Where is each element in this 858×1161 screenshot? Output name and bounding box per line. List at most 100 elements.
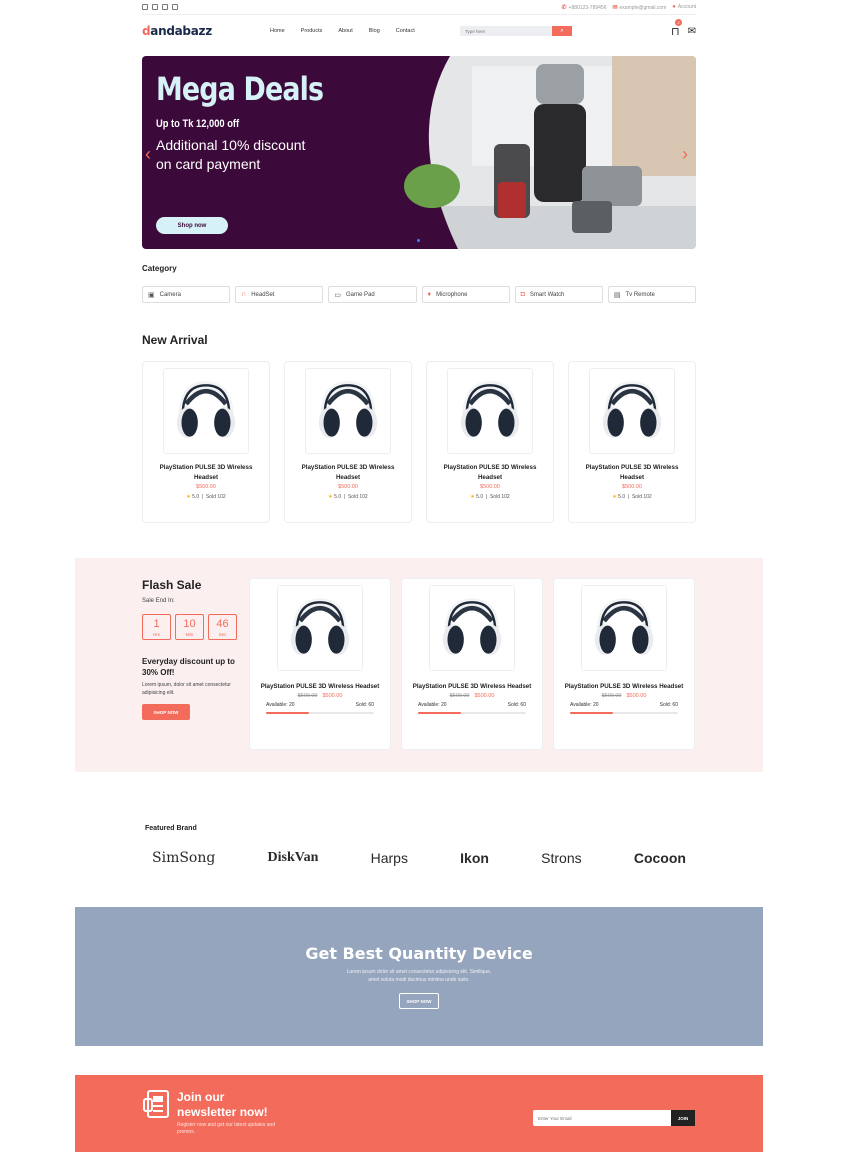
product-meta: ★ 5.0 | Sold 102 <box>612 494 652 500</box>
logo-text: andabazz <box>150 24 212 38</box>
flash-product-card[interactable]: PlayStation PULSE 3D Wireless Headset $5… <box>553 578 695 750</box>
new-arrival-list: PlayStation PULSE 3D Wireless Headset $5… <box>142 361 696 523</box>
stock-progress <box>266 712 374 714</box>
flash-shop-button[interactable]: SHOP NOW <box>142 704 190 720</box>
newsletter-title-line1: Join our <box>177 1090 225 1104</box>
search-bar: ⌕ <box>460 26 572 36</box>
category-headset[interactable]: ∩ HeadSet <box>235 286 324 303</box>
category-microphone[interactable]: ♦ Microphone <box>421 286 510 303</box>
product-name: PlayStation PULSE 3D Wireless Headset <box>412 683 532 690</box>
brand-logo[interactable]: SimSong <box>152 850 215 866</box>
headset-image <box>290 598 350 655</box>
product-image[interactable] <box>163 368 249 454</box>
product-rating: 5.0 <box>334 494 342 500</box>
promo-text: Lorem ipsum dolor sit amet consectetur a… <box>75 968 763 984</box>
category-label: HeadSet <box>251 291 275 298</box>
category-tvremote[interactable]: ▤ Tv Remote <box>607 286 697 303</box>
flash-product-card[interactable]: PlayStation PULSE 3D Wireless Headset $5… <box>401 578 543 750</box>
nav-contact[interactable]: Contact <box>396 28 415 34</box>
account-link[interactable]: ● Account <box>672 4 696 10</box>
product-name: PlayStation PULSE 3D Wireless Headset <box>159 464 253 481</box>
slider-dot[interactable] <box>417 239 420 242</box>
chevron-left-icon[interactable]: ‹ <box>145 144 151 165</box>
product-name: PlayStation PULSE 3D Wireless Headset <box>443 464 537 481</box>
product-price: $500.00 $500.00 <box>554 693 694 699</box>
newsletter-email-input[interactable] <box>533 1110 671 1126</box>
category-label: Tv Remote <box>625 291 655 298</box>
timer-unit: Sec <box>218 632 227 637</box>
product-image[interactable] <box>447 368 533 454</box>
mail-icon[interactable]: ✉ <box>688 26 696 37</box>
flash-product-card[interactable]: PlayStation PULSE 3D Wireless Headset $5… <box>249 578 391 750</box>
flash-sale-section: Flash Sale Sale End In: 1 Hrs 10 Min 46 Sec… <box>75 558 763 772</box>
linkedin-icon[interactable] <box>172 4 178 10</box>
logo[interactable]: dandabazz <box>142 24 270 38</box>
product-image[interactable] <box>589 368 675 454</box>
product-card[interactable]: PlayStation PULSE 3D Wireless Headset $5… <box>284 361 412 523</box>
timer-value: 10 <box>183 618 196 630</box>
product-image[interactable] <box>581 585 667 671</box>
promo-title: Get Best Quantity Device <box>305 944 533 963</box>
chevron-right-icon[interactable]: › <box>682 144 688 165</box>
promo-shop-button[interactable]: SHOP NOW <box>399 993 439 1009</box>
newsletter-join-button[interactable]: JOIN <box>671 1110 695 1126</box>
cart-icon[interactable]: ⊓ <box>671 25 680 38</box>
hero-shop-button[interactable]: Shop now <box>156 217 228 234</box>
category-label: Smart Watch <box>529 291 565 298</box>
product-meta: ★ 5.0 | Sold 102 <box>470 494 510 500</box>
product-image[interactable] <box>305 368 391 454</box>
user-icon: ● <box>672 4 676 10</box>
category-gamepad[interactable]: ▭ Game Pad <box>328 286 417 303</box>
brand-logo[interactable]: Harps <box>371 850 408 866</box>
search-button[interactable]: ⌕ <box>552 26 572 36</box>
category-smartwatch[interactable]: ◘ Smart Watch <box>514 286 603 303</box>
offer-text: Lorem ipsum, dolor sit amet consectetur … <box>142 682 231 696</box>
phone-icon: ✆ <box>561 4 567 11</box>
contact-info: ✆ +880123-789456 ✉ example@gmail.com ● Acco… <box>562 4 697 11</box>
hero-description: Additional 10% discount on card payment <box>156 136 336 174</box>
product-name: PlayStation PULSE 3D Wireless Headset <box>564 683 684 690</box>
product-image[interactable] <box>429 585 515 671</box>
product-card[interactable]: PlayStation PULSE 3D Wireless Headset $5… <box>568 361 696 523</box>
star-icon: ★ <box>186 494 191 500</box>
header-icons: ⊓ 2 ✉ <box>671 18 696 38</box>
brand-logo[interactable]: Ikon <box>460 850 489 866</box>
search-icon: ⌕ <box>560 27 564 34</box>
product-image[interactable] <box>277 585 363 671</box>
nav-blog[interactable]: Blog <box>369 28 380 34</box>
countdown-timer: 1 Hrs 10 Min 46 Sec <box>142 614 237 640</box>
headset-image <box>176 381 236 438</box>
product-card[interactable]: PlayStation PULSE 3D Wireless Headset $5… <box>142 361 270 523</box>
flash-product-list: PlayStation PULSE 3D Wireless Headset $5… <box>249 578 695 750</box>
facebook-icon[interactable] <box>152 4 158 10</box>
watch-icon: ◘ <box>520 291 525 298</box>
nav-about[interactable]: About <box>338 28 352 34</box>
account-label: Account <box>677 4 696 10</box>
headset-image <box>442 598 502 655</box>
stock-progress-fill <box>418 712 462 714</box>
sold-count: Sold: 60 <box>355 702 374 708</box>
search-input[interactable] <box>460 26 552 36</box>
headset-image <box>460 381 520 438</box>
main-header: dandabazz Home Products About Blog Conta… <box>142 18 696 44</box>
brand-logo[interactable]: DiskVan <box>268 850 319 866</box>
category-label: Microphone <box>436 291 468 298</box>
flash-sale-title: Flash Sale <box>142 578 202 592</box>
product-rating: 5.0 <box>476 494 484 500</box>
product-card[interactable]: PlayStation PULSE 3D Wireless Headset $5… <box>426 361 554 523</box>
brand-logo[interactable]: Cocoon <box>634 850 686 866</box>
hero-desc-line2: on card payment <box>156 156 261 172</box>
category-label: Camera <box>159 291 181 298</box>
instagram-icon[interactable] <box>142 4 148 10</box>
twitter-icon[interactable] <box>162 4 168 10</box>
stock-progress-fill <box>570 712 614 714</box>
gamepad-icon: ▭ <box>334 291 341 299</box>
sold-count: Sold: 60 <box>659 702 678 708</box>
nav-home[interactable]: Home <box>270 28 285 34</box>
old-price: $500.00 <box>601 693 622 699</box>
nav-products[interactable]: Products <box>301 28 323 34</box>
category-camera[interactable]: ▣ Camera <box>142 286 231 303</box>
brand-logo[interactable]: Strons <box>541 850 581 866</box>
mail-icon: ✉ <box>612 4 618 11</box>
product-sold: Sold 102 <box>347 494 368 500</box>
